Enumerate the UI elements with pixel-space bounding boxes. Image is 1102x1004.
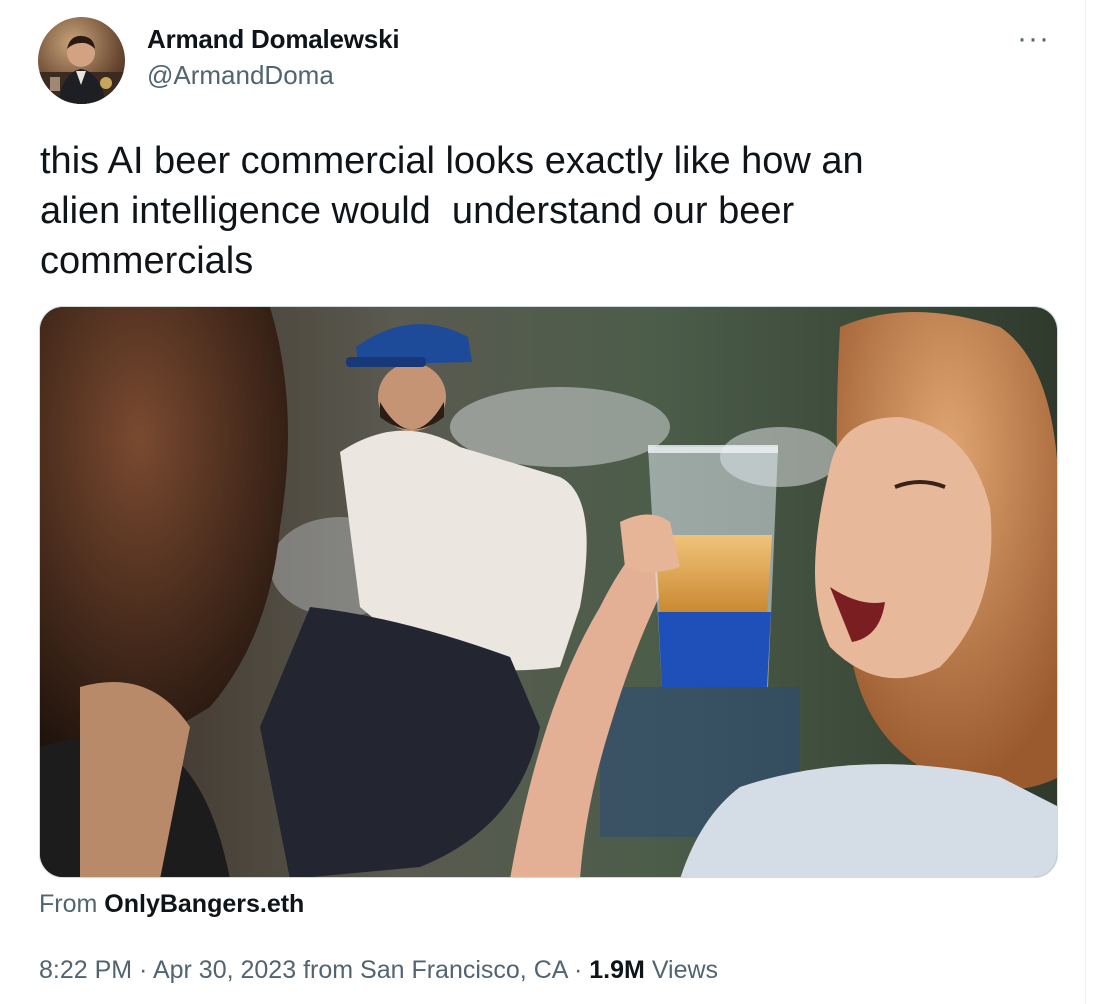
views-count: 1.9M [589,956,645,984]
ellipsis-icon[interactable]: ··· [1017,22,1050,56]
views-label: Views [644,956,719,984]
separator-dot: · [567,956,590,984]
separator-dot: · [132,956,153,984]
media-source: From OnlyBangers.eth [39,890,304,919]
tweet-text: this AI beer commercial looks exactly li… [40,140,864,282]
source-link[interactable]: OnlyBangers.eth [104,890,304,918]
author-display-name[interactable]: Armand Domalewski [147,24,400,55]
avatar[interactable] [38,17,125,104]
tweet-time[interactable]: 8:22 PM [39,956,132,984]
tweet-date[interactable]: Apr 30, 2023 [153,956,296,984]
tweet-metadata: 8:22 PM · Apr 30, 2023 from San Francisc… [39,956,718,985]
author-handle[interactable]: @ArmandDoma [147,60,334,91]
tweet-location: from San Francisco, CA [296,956,568,984]
video-thumbnail[interactable] [39,306,1058,878]
tweet-card: Armand Domalewski @ArmandDoma ··· this A… [0,0,1086,1004]
source-prefix: From [39,890,105,918]
